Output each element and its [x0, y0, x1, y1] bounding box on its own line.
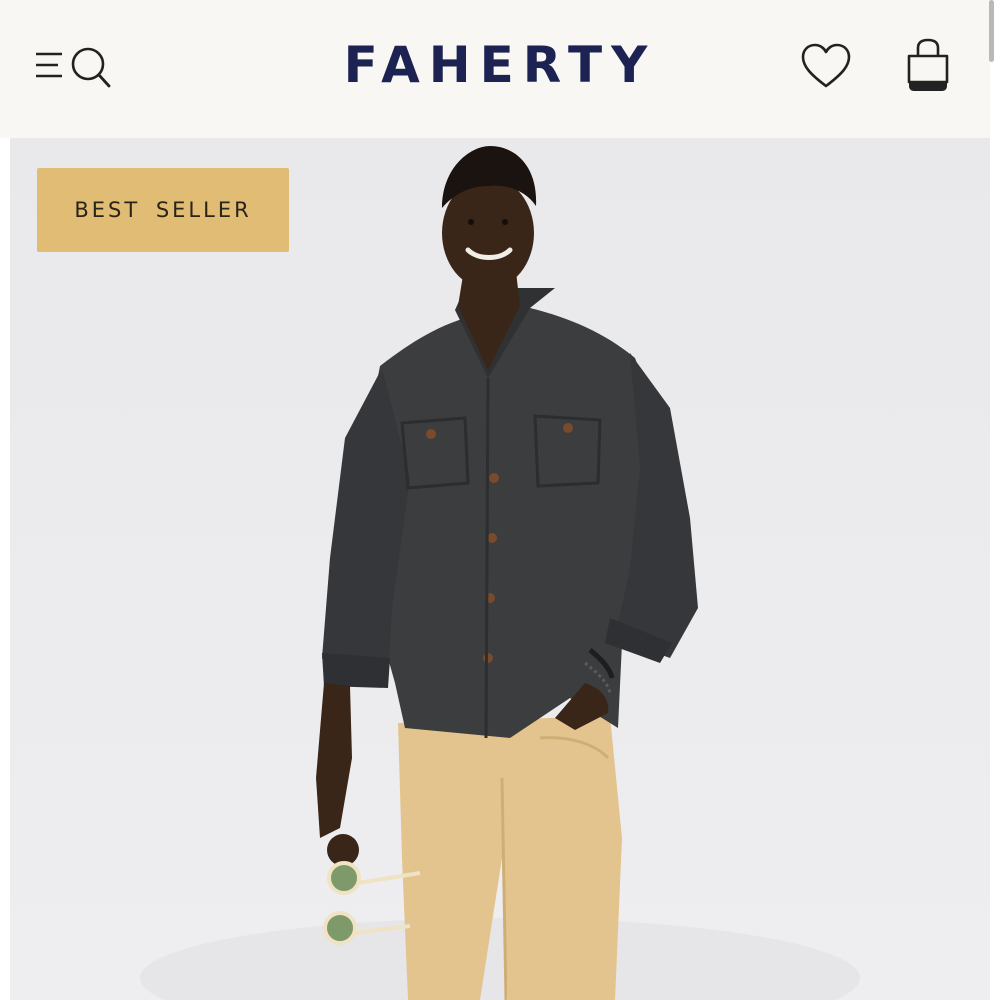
shopping-bag-icon	[907, 38, 949, 91]
search-icon	[71, 47, 111, 88]
product-page: FAHERTY BEST SELLER	[0, 0, 1000, 1000]
site-header: FAHERTY	[0, 0, 990, 138]
heart-icon	[801, 43, 851, 88]
menu-search-button[interactable]	[30, 40, 114, 92]
wishlist-button[interactable]	[798, 40, 854, 94]
best-seller-badge: BEST SELLER	[37, 168, 289, 252]
brand-logo[interactable]: FAHERTY	[330, 30, 670, 100]
hero-product-image[interactable]: BEST SELLER	[10, 138, 990, 1000]
scrollbar[interactable]	[989, 0, 994, 62]
model-photo	[140, 146, 860, 1000]
shopping-bag-button[interactable]	[900, 36, 956, 96]
